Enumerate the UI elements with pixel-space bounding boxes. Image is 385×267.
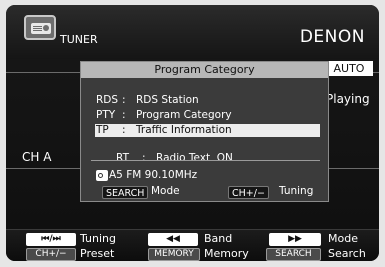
menu-item-label: Program Category	[136, 109, 232, 121]
search-footer-label: Search	[328, 247, 366, 260]
brand-logo: DENON	[299, 27, 365, 47]
menu-item-rds[interactable]: RDS: RDS Station	[96, 94, 199, 107]
tuner-radio-icon	[24, 15, 56, 40]
tuner-screen: TUNER DENON AUTO Playing CH A Program Ca…	[6, 5, 379, 261]
program-category-dialog: Program Category RDS: RDS Station PTY: Pro…	[80, 61, 329, 202]
tuning-mode-badge: AUTO	[325, 61, 373, 76]
memory-button[interactable]: MEMORY	[148, 248, 200, 261]
rewind-button[interactable]: ◀◀	[148, 233, 198, 246]
rewind-label: Band	[204, 232, 233, 245]
menu-item-tp-selected[interactable]: TP: Traffic Information	[95, 124, 320, 137]
dialog-divider	[91, 160, 320, 161]
fast-forward-label: Mode	[328, 232, 358, 245]
menu-item-key: TP	[96, 124, 109, 136]
source-label: TUNER	[60, 33, 98, 46]
ch-preset-button[interactable]: CH+/−	[26, 248, 76, 261]
skip-label: Tuning	[80, 232, 117, 245]
search-action-label: Mode	[151, 185, 180, 197]
ch-action-label: Tuning	[279, 185, 314, 197]
skip-buttons[interactable]: ⏮/⏭	[26, 233, 76, 246]
radio-preset-icon	[96, 170, 108, 181]
menu-item-rt[interactable]: RT: Radio Text ON	[96, 139, 233, 164]
menu-item-label: RDS Station	[136, 94, 199, 106]
menu-item-pty[interactable]: PTY: Program Category	[96, 109, 232, 122]
search-button[interactable]: SEARCH	[102, 186, 149, 199]
frequency-readout: A5 FM 90.10MHz	[109, 169, 198, 181]
fast-forward-button[interactable]: ▶▶	[269, 233, 321, 246]
memory-label: Memory	[204, 247, 249, 260]
playing-status: Playing	[326, 92, 370, 106]
menu-item-label: Radio Text ON	[156, 152, 233, 164]
menu-item-key: RDS	[96, 94, 119, 106]
search-footer-button[interactable]: SEARCH	[266, 248, 321, 261]
ch-button[interactable]: CH+/−	[228, 186, 269, 199]
dialog-title: Program Category	[81, 62, 328, 78]
menu-item-key: RT	[116, 152, 129, 164]
menu-item-key: PTY	[96, 109, 116, 121]
preset-label: Preset	[80, 247, 115, 260]
menu-item-label: Traffic Information	[136, 124, 232, 136]
channel-label: CH A	[22, 150, 52, 164]
